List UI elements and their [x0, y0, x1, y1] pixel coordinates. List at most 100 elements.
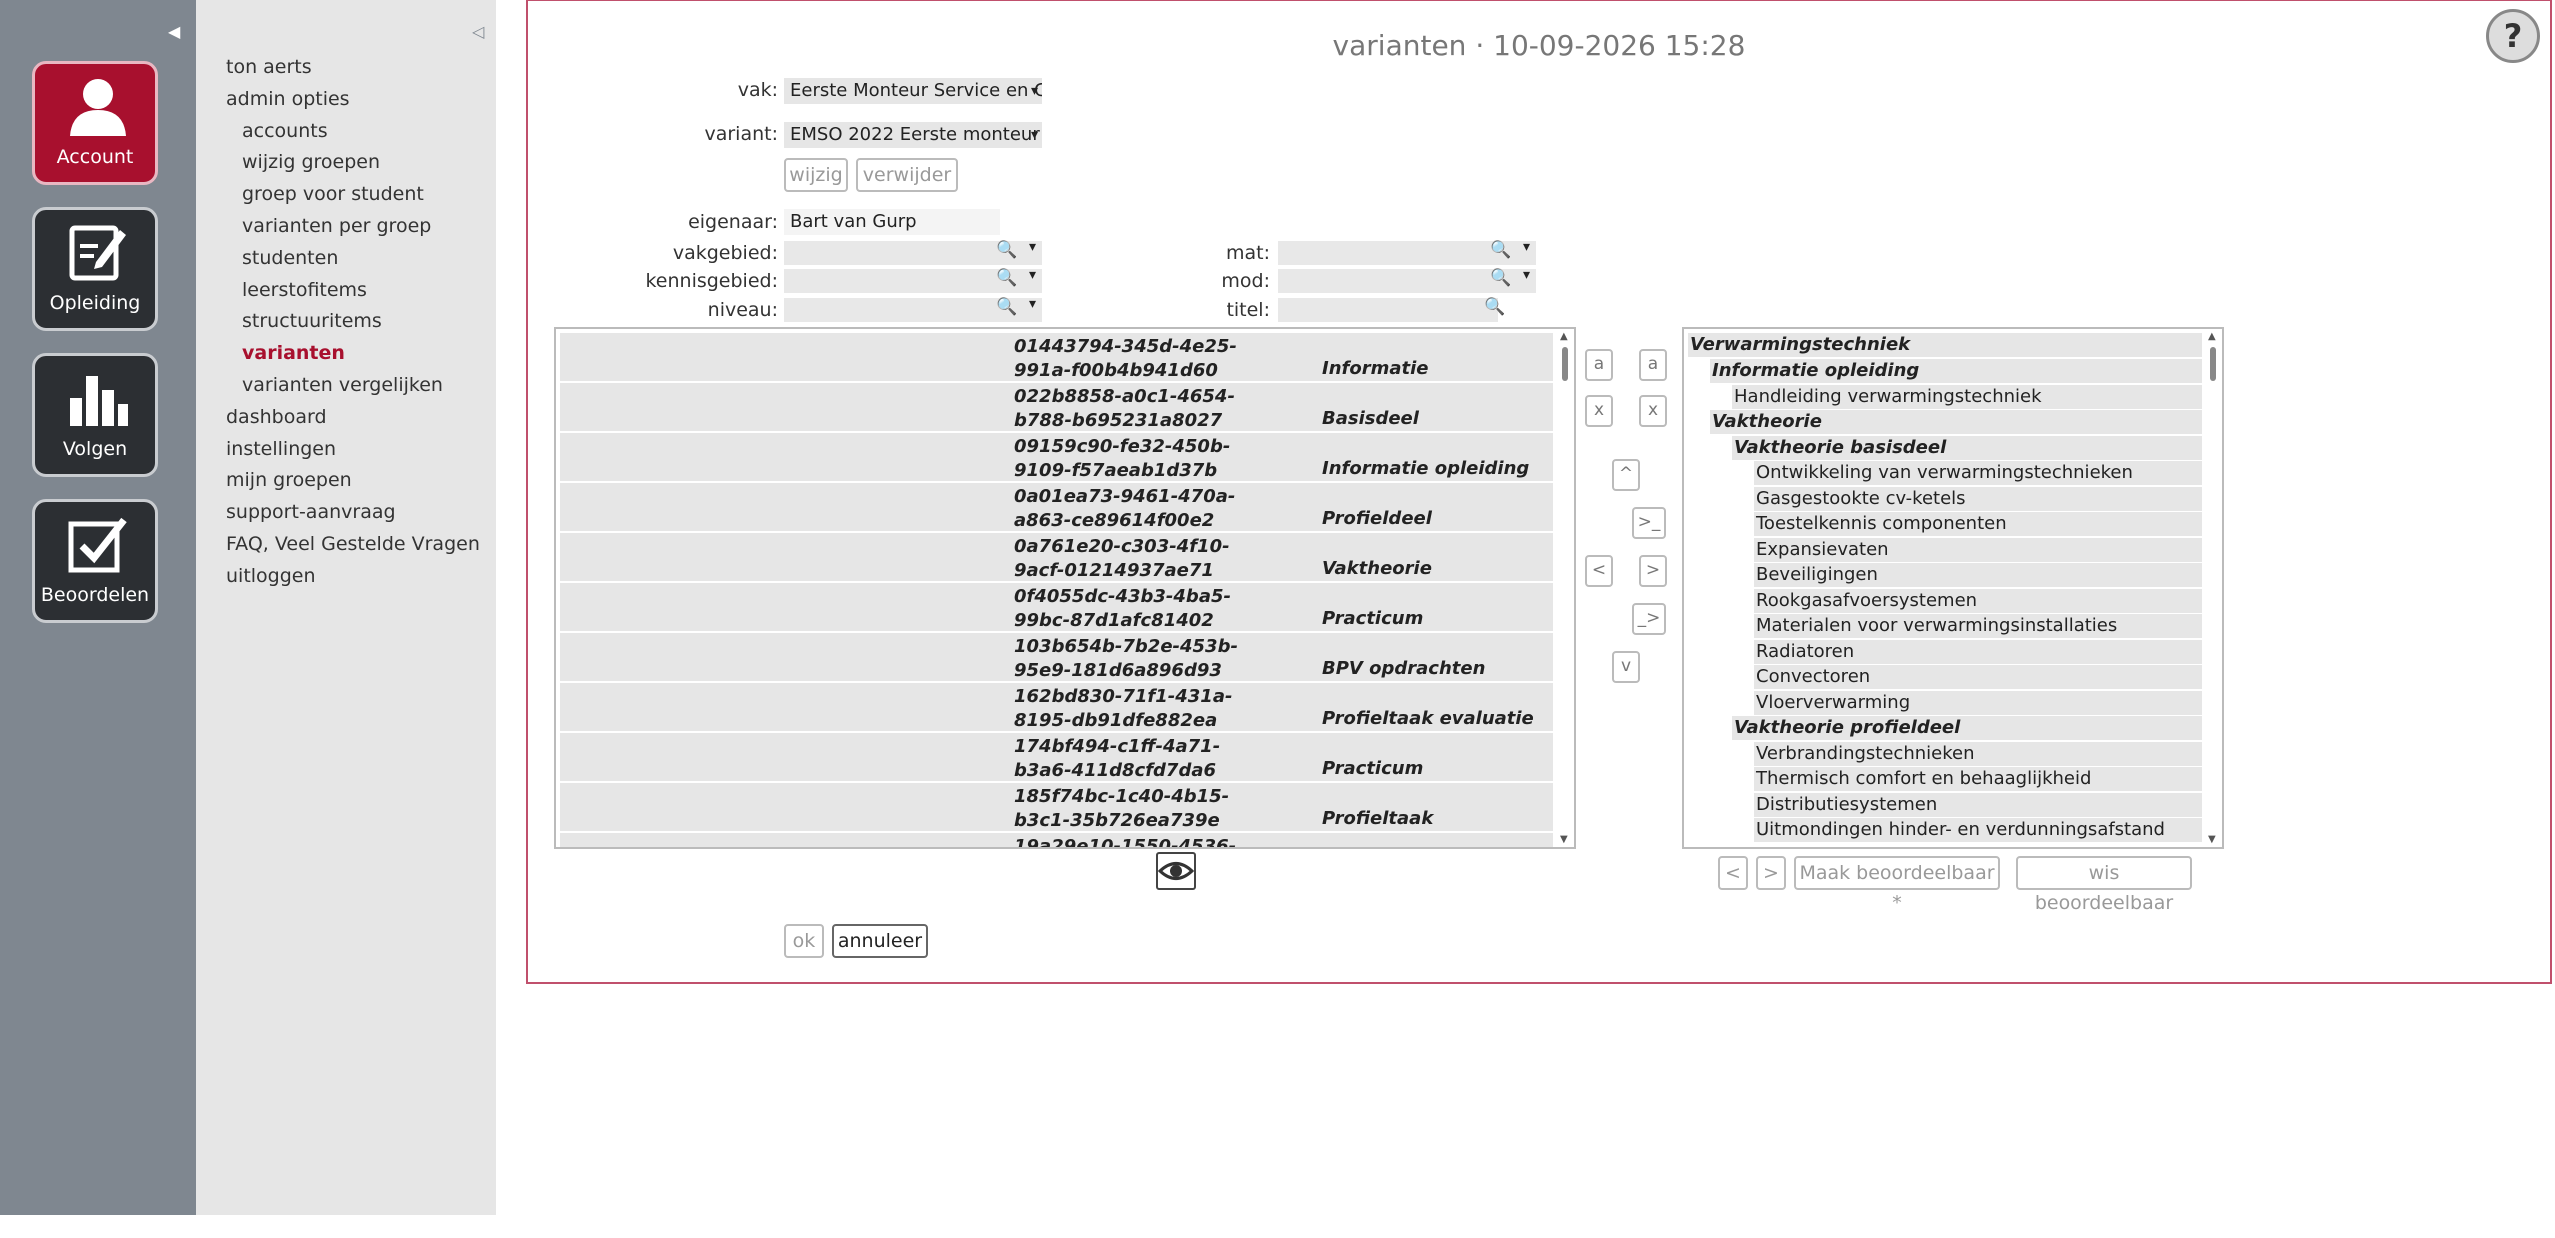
tree-node[interactable]: Vaktheorie basisdeel — [1732, 435, 2202, 460]
titel-filter[interactable]: 🔍 — [1278, 297, 1505, 322]
vakgebied-label: vakgebied: — [672, 242, 778, 264]
wijzig-button[interactable]: wijzig — [784, 158, 848, 192]
tree-node[interactable]: Vaktheorie — [1710, 410, 2202, 434]
variant-label: variant: — [704, 123, 778, 145]
menu-item-varianten-vergelijken[interactable]: varianten vergelijken — [226, 370, 480, 402]
move-down-button[interactable]: v — [1612, 651, 1640, 683]
list-item[interactable]: 19a29e10-1550-4536-9049- — [560, 833, 1553, 847]
tree-node[interactable]: Ontwikkeling van verwarmingstechnieken — [1754, 461, 2202, 485]
tree-node[interactable]: Radiatoren — [1754, 639, 2202, 664]
list-item[interactable]: 174bf494-c1ff-4a71-b3a6-411d8cfd7da6 Prac… — [560, 733, 1553, 781]
move-up-button[interactable]: ^ — [1612, 459, 1640, 491]
scroll-up-icon[interactable]: ▲ — [2208, 331, 2216, 342]
niveau-filter[interactable]: 🔍 ▾ — [784, 296, 1042, 322]
list-item[interactable]: 185f74bc-1c40-4b15-b3c1-35b726ea739e Prof… — [560, 783, 1553, 831]
list-item[interactable]: 0f4055dc-43b3-4ba5-99bc-87d1afc81402 Prac… — [560, 583, 1553, 631]
list-item[interactable]: 01443794-345d-4e25-991a-f00b4b941d60 Info… — [560, 333, 1553, 381]
scroll-down-icon[interactable]: ▼ — [2208, 834, 2216, 845]
annuleer-button[interactable]: annuleer — [832, 924, 928, 958]
menu-item-mijn-groepen[interactable]: mijn groepen — [226, 465, 480, 497]
volgen-button[interactable]: Volgen — [32, 353, 158, 477]
beoordelen-button[interactable]: Beoordelen — [32, 499, 158, 623]
menu-item-dashboard[interactable]: dashboard — [226, 402, 480, 434]
list-item[interactable]: 0a01ea73-9461-470a-a863-ce89614f00e2 Prof… — [560, 483, 1553, 531]
scroll-up-icon[interactable]: ▲ — [1560, 331, 1568, 342]
list-item-name: Vaktheorie — [1322, 558, 1432, 579]
menu-item-structuuritems[interactable]: structuuritems — [226, 306, 480, 338]
mat-filter[interactable]: 🔍 ▾ — [1278, 239, 1536, 265]
tree-node[interactable]: Informatie opleiding — [1710, 359, 2202, 383]
list-item[interactable]: 0a761e20-c303-4f10-9acf-01214937ae71 Vakt… — [560, 533, 1553, 581]
tree-next-button[interactable]: > — [1756, 856, 1786, 890]
tree-node[interactable]: Vaktheorie profieldeel — [1732, 716, 2202, 740]
verwijder-button[interactable]: verwijder — [856, 158, 958, 192]
tree-node[interactable]: Toestelkennis componenten — [1754, 512, 2202, 536]
list-item-name: Basisdeel — [1322, 408, 1419, 429]
tree-node[interactable]: Vloerverwarming — [1754, 690, 2202, 715]
tree-node[interactable]: Uitmondingen hinder- en verdunningsafsta… — [1754, 818, 2202, 842]
mid-button-x-left[interactable]: x — [1585, 395, 1613, 427]
tree-node[interactable]: Handleiding verwarmingstechniek — [1732, 384, 2202, 409]
wis-beoordeelbaar-button[interactable]: wis beoordeelbaar — [2016, 856, 2192, 914]
menu-item-varianten[interactable]: varianten — [226, 338, 480, 370]
list-item-id: 01443794-345d-4e25-991a-f00b4b941d60 — [1014, 336, 1237, 381]
help-button[interactable]: ? — [2486, 9, 2540, 63]
menu-item-accounts[interactable]: accounts — [226, 116, 480, 148]
list-item-name: Profieldeel — [1322, 508, 1432, 529]
tree-node[interactable]: Convectoren — [1754, 665, 2202, 689]
tree-scrollbar[interactable]: ▲ ▼ — [2206, 331, 2220, 845]
list-item-name: Profieltaak evaluatie — [1322, 708, 1534, 729]
move-right-button[interactable]: > — [1639, 555, 1667, 587]
list-item[interactable]: 09159c90-fe32-450b-9109-f57aeab1d37b Info… — [560, 433, 1553, 481]
menu-item-groep-voor-student[interactable]: groep voor student — [226, 179, 480, 211]
move-down-end-button[interactable]: _> — [1632, 603, 1666, 635]
tree-node[interactable]: Distributiesystemen — [1754, 792, 2202, 817]
scroll-thumb[interactable] — [1562, 347, 1568, 381]
maak-beoordeelbaar-button[interactable]: Maak beoordeelbaar * — [1794, 856, 2000, 914]
menu-item-leerstofitems[interactable]: leerstofitems — [226, 275, 480, 307]
menu-item-user[interactable]: ton aerts — [226, 52, 480, 84]
scroll-down-icon[interactable]: ▼ — [1560, 834, 1568, 845]
list-item[interactable]: 162bd830-71f1-431a-8195-db91dfe882ea Prof… — [560, 683, 1553, 731]
beoordelen-label: Beoordelen — [40, 584, 150, 606]
mid-button-a-right[interactable]: a — [1639, 349, 1667, 381]
tree-node[interactable]: Verwarmingstechniek — [1688, 333, 2202, 357]
tree-node[interactable]: Rookgasafvoersystemen — [1754, 588, 2202, 613]
move-in-end-button[interactable]: >_ — [1632, 507, 1666, 539]
ok-button[interactable]: ok — [784, 924, 824, 958]
tree-node[interactable]: Materialen voor verwarmingsinstallaties — [1754, 614, 2202, 638]
list-item[interactable]: 022b8858-a0c1-4654-b788-b695231a8027 Basi… — [560, 383, 1553, 431]
menu-item-instellingen[interactable]: instellingen — [226, 434, 480, 466]
leerstof-list[interactable]: 01443794-345d-4e25-991a-f00b4b941d60 Info… — [554, 327, 1576, 849]
kennisgebied-filter[interactable]: 🔍 ▾ — [784, 267, 1042, 293]
menu-item-faq[interactable]: FAQ, Veel Gestelde Vragen — [226, 529, 480, 561]
account-button[interactable]: Account — [32, 61, 158, 185]
menu-item-uitloggen[interactable]: uitloggen — [226, 561, 480, 593]
mid-button-a-left[interactable]: a — [1585, 349, 1613, 381]
menu-item-admin-opties[interactable]: admin opties — [226, 84, 480, 116]
collapse-sidebar-icon[interactable]: ◀ — [168, 22, 180, 41]
mid-button-x-right[interactable]: x — [1639, 395, 1667, 427]
vak-select[interactable]: Eerste Monteur Service en C ▾ — [784, 78, 1042, 104]
opleiding-button[interactable]: Opleiding — [32, 207, 158, 331]
preview-button[interactable] — [1156, 852, 1196, 890]
tree-node[interactable]: Expansievaten — [1754, 537, 2202, 562]
menu-item-support-aanvraag[interactable]: support-aanvraag — [226, 497, 480, 529]
tree-node[interactable]: Beveiligingen — [1754, 563, 2202, 587]
mod-filter[interactable]: 🔍 ▾ — [1278, 267, 1536, 293]
menu-item-varianten-per-groep[interactable]: varianten per groep — [226, 211, 480, 243]
tree-prev-button[interactable]: < — [1718, 856, 1748, 890]
scroll-thumb[interactable] — [2210, 347, 2216, 381]
menu-item-wijzig-groepen[interactable]: wijzig groepen — [226, 147, 480, 179]
tree-node[interactable]: Gasgestookte cv-ketels — [1754, 486, 2202, 511]
vakgebied-filter[interactable]: 🔍 ▾ — [784, 239, 1042, 265]
list-scrollbar[interactable]: ▲ ▼ — [1558, 331, 1572, 845]
move-left-button[interactable]: < — [1585, 555, 1613, 587]
menu-item-studenten[interactable]: studenten — [226, 243, 480, 275]
collapse-menu-icon[interactable]: ◁ — [472, 22, 484, 41]
tree-node[interactable]: Thermisch comfort en behaaglijkheid — [1754, 767, 2202, 791]
structure-tree[interactable]: Verwarmingstechniek Informatie opleiding… — [1682, 327, 2224, 849]
tree-node[interactable]: Verbrandingstechnieken — [1754, 741, 2202, 766]
list-item[interactable]: 103b654b-7b2e-453b-95e9-181d6a896d93 BPV … — [560, 633, 1553, 681]
variant-select[interactable]: EMSO 2022 Eerste monteur ▾ — [784, 122, 1042, 148]
